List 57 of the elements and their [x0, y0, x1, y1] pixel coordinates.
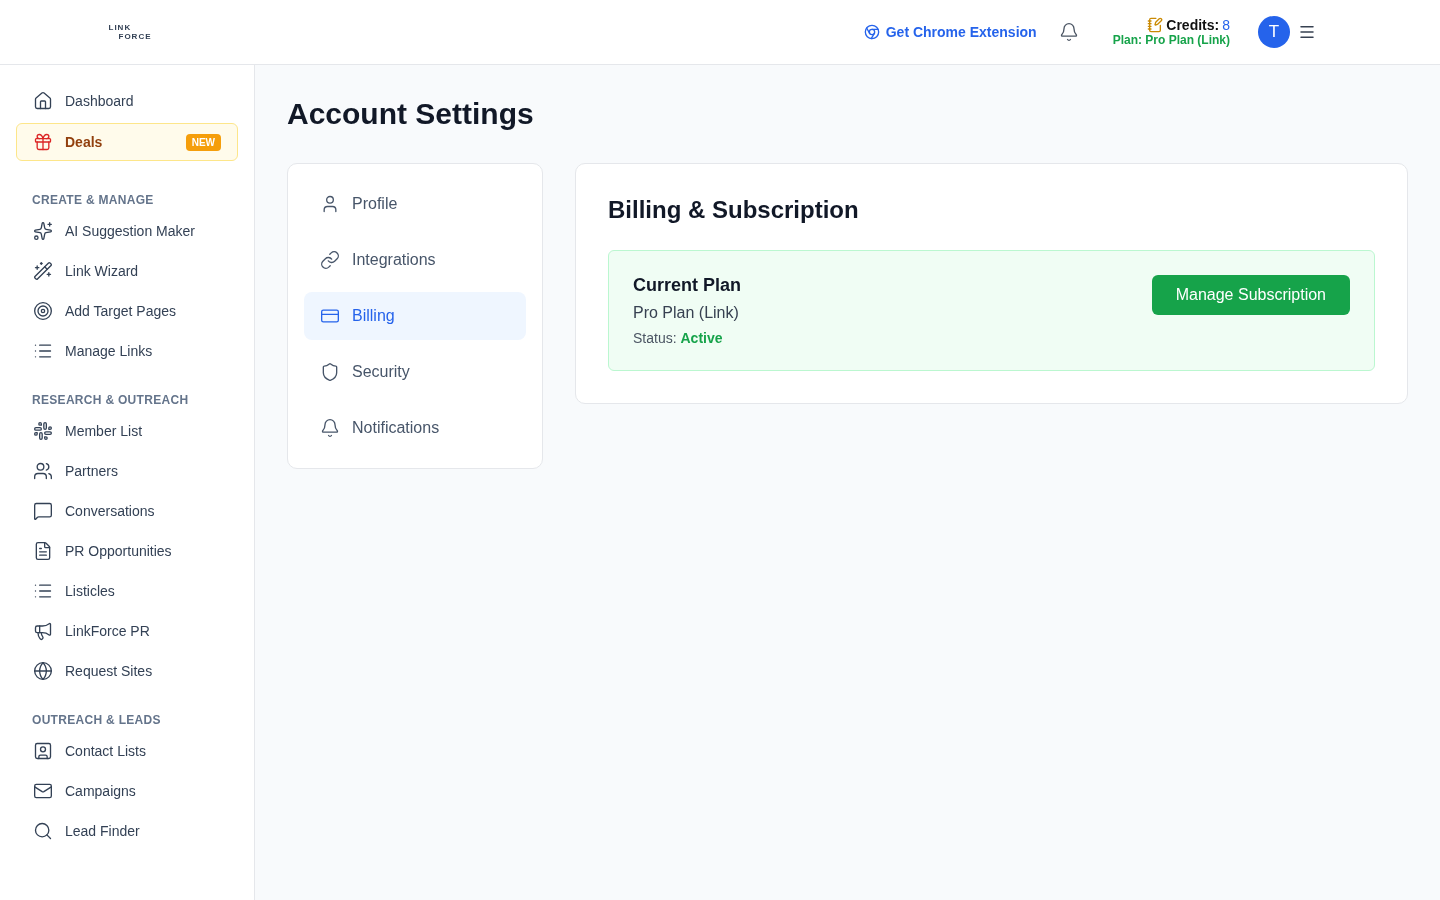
target-icon: [33, 301, 53, 321]
megaphone-icon: [33, 621, 53, 641]
sidebar-item[interactable]: Listicles: [16, 573, 238, 609]
grid-logo-icon: [33, 421, 53, 441]
credits-value: 8: [1222, 17, 1230, 33]
plan-status: Status: Active: [633, 330, 724, 346]
sidebar-item[interactable]: LinkForce PR: [16, 613, 238, 649]
sidebar-item[interactable]: Link Wizard: [16, 253, 238, 289]
sidebar-item[interactable]: Member List: [16, 413, 238, 449]
magic-wand-icon: [33, 261, 53, 281]
avatar-button[interactable]: T: [1258, 16, 1290, 48]
mail-icon: [33, 781, 53, 801]
section-heading: CREATE & MANAGE: [31, 193, 155, 207]
sidebar-item[interactable]: PR Opportunities: [16, 533, 238, 569]
sidebar-item[interactable]: Deals NEW: [16, 123, 238, 161]
document-icon: [33, 541, 53, 561]
plan-heading: Current Plan: [633, 275, 742, 296]
sparkles-icon: [33, 221, 53, 241]
search-icon: [33, 821, 53, 841]
sidebar-item[interactable]: Request Sites: [16, 653, 238, 689]
settings-tab[interactable]: Billing: [304, 292, 526, 340]
users-icon: [33, 461, 53, 481]
globe-icon: [33, 661, 53, 681]
chrome-extension-link[interactable]: Get Chrome Extension: [863, 24, 1037, 40]
sidebar-item[interactable]: Partners: [16, 453, 238, 489]
gift-icon: [33, 132, 53, 152]
chat-bubble-icon: [33, 501, 53, 521]
home-icon: [33, 91, 53, 111]
sidebar-item[interactable]: Add Target Pages: [16, 293, 238, 329]
plan-name: Pro Plan (Link): [633, 304, 740, 322]
bell-icon: [320, 418, 340, 438]
notepad-icon: [1147, 17, 1164, 33]
notifications-icon[interactable]: [1058, 22, 1079, 42]
section-heading: RESEARCH & OUTREACH: [31, 393, 190, 407]
plan-label: Plan: Pro Plan (Link): [1112, 33, 1230, 47]
sidebar-item[interactable]: Conversations: [16, 493, 238, 529]
sidebar-item[interactable]: Lead Finder: [16, 813, 238, 849]
menu-icon[interactable]: [1298, 23, 1316, 41]
new-badge: NEW: [185, 133, 221, 151]
section-title: Billing & Subscription: [608, 196, 860, 224]
link-icon: [320, 250, 340, 270]
sidebar-item[interactable]: AI Suggestion Maker: [16, 213, 238, 249]
page-title: Account Settings: [287, 97, 535, 131]
logo[interactable]: LINK FORCE: [108, 23, 152, 41]
sidebar-item[interactable]: Manage Links: [16, 333, 238, 369]
sidebar-item[interactable]: Dashboard: [16, 83, 238, 119]
section-heading: OUTREACH & LEADS: [31, 713, 162, 727]
settings-tab[interactable]: Notifications: [304, 404, 526, 452]
credits-label: Credits:: [1166, 17, 1220, 33]
settings-tab[interactable]: Integrations: [304, 236, 526, 284]
sidebar-item[interactable]: Campaigns: [16, 773, 238, 809]
chrome-icon: [863, 24, 880, 40]
sidebar-item[interactable]: Contact Lists: [16, 733, 238, 769]
contact-book-icon: [33, 741, 53, 761]
settings-tab[interactable]: Profile: [304, 180, 526, 228]
settings-tab[interactable]: Security: [304, 348, 526, 396]
shield-icon: [320, 362, 340, 382]
